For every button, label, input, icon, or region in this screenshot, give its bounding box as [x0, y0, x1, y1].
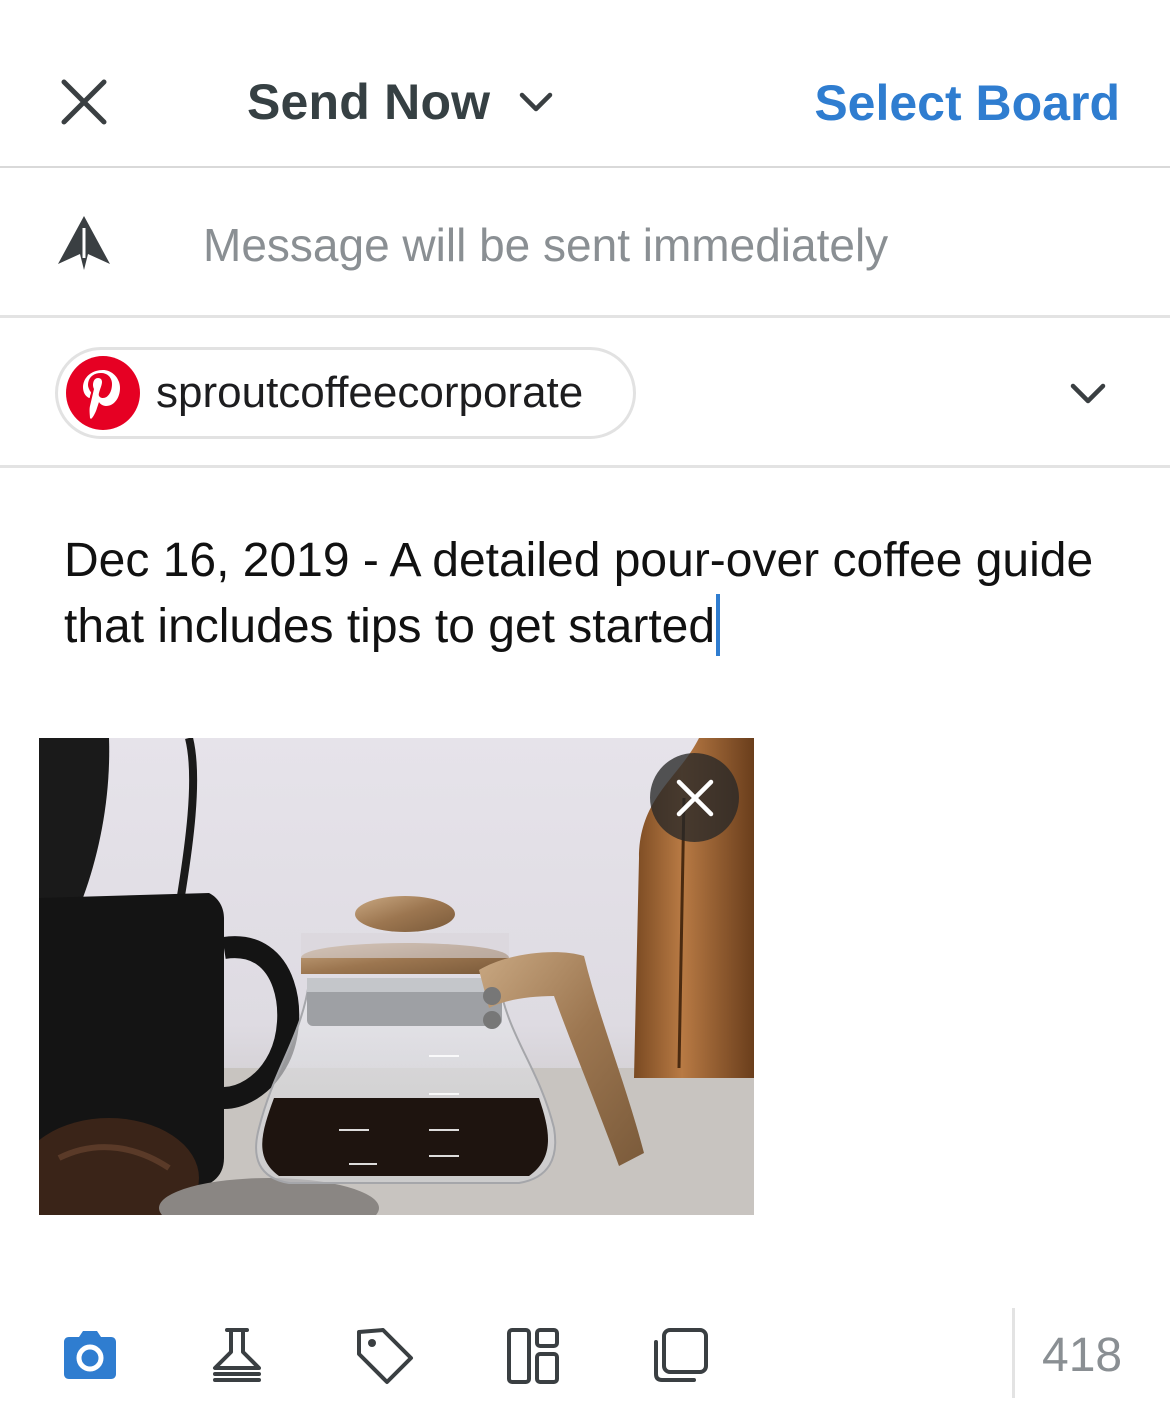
remove-image-button[interactable] — [650, 753, 739, 842]
profile-name: sproutcoffeecorporate — [156, 368, 584, 417]
chevron-down-icon — [520, 92, 553, 112]
message-text: Dec 16, 2019 - A detailed pour-over coff… — [64, 534, 1094, 653]
camera-icon[interactable] — [60, 1326, 120, 1386]
copy-icon[interactable] — [650, 1326, 710, 1386]
select-board-button[interactable]: Select Board — [814, 74, 1120, 132]
send-mode-label: Send Now — [247, 74, 491, 130]
pinterest-icon — [66, 356, 140, 430]
layout-icon[interactable] — [503, 1326, 563, 1386]
schedule-info-text: Message will be sent immediately — [203, 219, 889, 271]
send-icon — [58, 216, 110, 270]
chevron-down-icon[interactable] — [1068, 378, 1108, 410]
composer-header: Send Now Select Board — [0, 0, 1170, 168]
coffee-photo — [39, 738, 754, 1215]
text-cursor — [716, 594, 721, 656]
close-icon — [676, 779, 713, 816]
toolbar-divider — [1012, 1308, 1015, 1398]
tag-icon[interactable] — [355, 1326, 415, 1386]
composer-screen: Send Now Select Board Message will be se… — [0, 0, 1170, 1412]
profile-pill[interactable]: sproutcoffeecorporate — [55, 347, 636, 439]
message-input[interactable]: Dec 16, 2019 - A detailed pour-over coff… — [64, 528, 1124, 660]
image-preview — [39, 738, 754, 1215]
flask-icon[interactable] — [207, 1326, 267, 1386]
composer-toolbar — [0, 1300, 1170, 1412]
send-mode-dropdown[interactable]: Send Now — [247, 72, 554, 132]
close-icon — [61, 79, 107, 125]
close-button[interactable] — [56, 74, 112, 130]
character-count: 418 — [1042, 1329, 1123, 1382]
